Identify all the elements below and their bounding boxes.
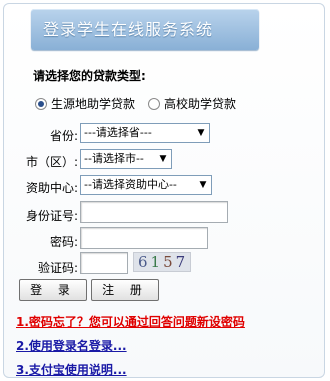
- id-number-input[interactable]: [80, 201, 228, 223]
- id-number-label: 身份证号:: [25, 209, 78, 223]
- login-button[interactable]: 登 录: [19, 279, 87, 301]
- login-by-username-link[interactable]: 2.使用登录名登录...: [16, 337, 127, 354]
- center-select[interactable]: --请选择资助中心-- ▼: [80, 175, 212, 195]
- captcha-input[interactable]: [80, 252, 128, 274]
- center-select-value: --请选择资助中心--: [84, 178, 177, 191]
- forgot-password-link[interactable]: 1.密码忘了？您可以通过回答问题新设密码: [16, 313, 245, 330]
- loan-type-title: 请选择您的贷款类型:: [33, 69, 146, 83]
- radio-checked-icon[interactable]: [35, 97, 47, 110]
- alipay-instructions-link[interactable]: 3.支付宝使用说明...: [16, 361, 127, 378]
- dropdown-arrow-icon[interactable]: ▼: [193, 124, 209, 142]
- radio-label: 生源地助学贷款: [51, 97, 136, 111]
- captcha-label: 验证码:: [37, 261, 78, 275]
- city-select-value: --请选择市--: [84, 152, 144, 165]
- radio-option-college-loan[interactable]: 高校助学贷款: [148, 95, 236, 112]
- dropdown-arrow-icon[interactable]: ▼: [155, 150, 171, 168]
- province-label: 省份:: [49, 129, 78, 143]
- captcha-image[interactable]: 6157: [133, 252, 191, 272]
- radio-option-local-loan[interactable]: 生源地助学贷款: [35, 95, 135, 112]
- captcha-char: 5: [163, 253, 176, 271]
- city-select[interactable]: --请选择市-- ▼: [80, 149, 172, 169]
- captcha-char: 1: [150, 253, 164, 271]
- captcha-char: 6: [138, 253, 151, 271]
- captcha-char: 7: [175, 253, 189, 271]
- page-title: 登录学生在线服务系统: [31, 9, 259, 50]
- register-button[interactable]: 注 册: [91, 279, 159, 301]
- province-select[interactable]: ---请选择省--- ▼: [80, 123, 210, 143]
- radio-unchecked-icon[interactable]: [148, 97, 160, 110]
- dropdown-arrow-icon[interactable]: ▼: [195, 176, 211, 194]
- province-select-value: ---请选择省---: [84, 126, 152, 139]
- password-label: 密码:: [49, 235, 78, 249]
- city-label: 市（区）:: [25, 155, 78, 169]
- center-label: 资助中心:: [25, 181, 78, 195]
- radio-label: 高校助学贷款: [164, 97, 237, 111]
- password-input[interactable]: [80, 227, 208, 249]
